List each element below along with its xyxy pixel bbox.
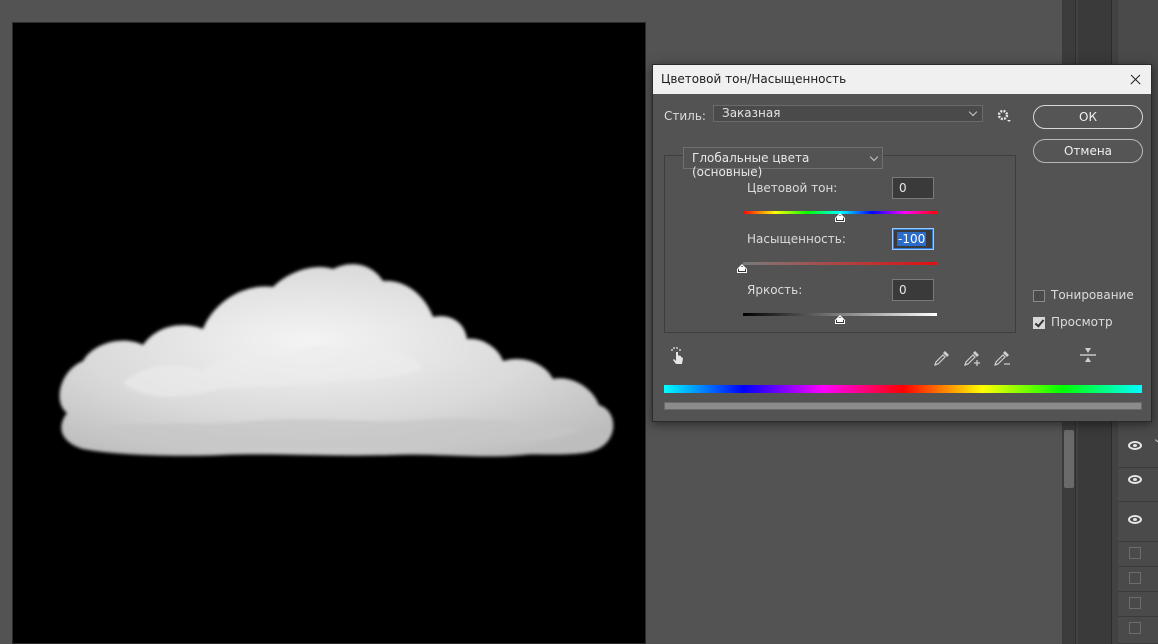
channel-value: Глобальные цвета (основные) — [692, 151, 810, 179]
ok-button[interactable]: ОК — [1033, 105, 1143, 129]
dialog-titlebar[interactable]: Цветовой тон/Насыщенность — [653, 65, 1151, 94]
eyedropper-plus-icon[interactable] — [963, 349, 981, 367]
targeted-adjustment-icon[interactable] — [669, 346, 687, 366]
close-icon[interactable] — [1121, 65, 1149, 94]
layer-row[interactable] — [1118, 617, 1158, 644]
lightness-input[interactable]: 0 — [892, 279, 934, 301]
colorize-checkbox[interactable] — [1033, 290, 1045, 302]
hue-input[interactable]: 0 — [892, 177, 934, 199]
hue-value: 0 — [899, 181, 907, 195]
hue-label: Цветовой тон: — [747, 181, 838, 195]
visibility-checkbox[interactable] — [1129, 597, 1141, 609]
hue-saturation-dialog: Цветовой тон/Насыщенность Стиль: Заказна… — [652, 64, 1152, 422]
layer-row[interactable] — [1118, 567, 1158, 592]
layer-row[interactable] — [1118, 542, 1158, 567]
style-label: Стиль: — [664, 109, 706, 123]
eyedropper-minus-icon[interactable] — [993, 349, 1011, 367]
eye-icon[interactable] — [1128, 441, 1142, 450]
eyedropper-icon[interactable] — [933, 349, 951, 367]
gear-icon[interactable] — [997, 109, 1011, 123]
visibility-checkbox[interactable] — [1129, 622, 1141, 634]
style-select[interactable]: Заказная — [713, 105, 983, 122]
saturation-value: -100 — [897, 232, 927, 246]
preview-checkbox[interactable] — [1033, 317, 1045, 329]
chevron-down-icon — [968, 107, 978, 117]
visibility-checkbox[interactable] — [1129, 572, 1141, 584]
saturation-input[interactable]: -100 — [892, 228, 934, 250]
lightness-value: 0 — [899, 283, 907, 297]
style-value: Заказная — [722, 106, 781, 120]
lightness-label: Яркость: — [747, 283, 803, 297]
cloud-image — [59, 264, 614, 457]
visibility-checkbox[interactable] — [1129, 547, 1141, 559]
document-canvas[interactable] — [12, 22, 646, 644]
dialog-title: Цветовой тон/Насыщенность — [661, 72, 847, 86]
chevron-icon: ⌄ — [1152, 432, 1158, 445]
saturation-slider-track[interactable] — [743, 262, 937, 265]
result-spectrum-bar — [664, 402, 1142, 410]
preview-label: Просмотр — [1051, 315, 1113, 329]
panel-scrollbar[interactable] — [1064, 430, 1074, 488]
color-spectrum-bar — [664, 385, 1142, 393]
channel-select[interactable]: Глобальные цвета (основные) — [683, 147, 883, 179]
colorize-label: Тонирование — [1051, 288, 1134, 302]
eye-icon[interactable] — [1128, 475, 1142, 484]
eye-icon[interactable] — [1128, 515, 1142, 524]
range-icon[interactable] — [1079, 346, 1097, 364]
layer-row[interactable] — [1118, 462, 1158, 502]
saturation-label: Насыщенность: — [747, 232, 846, 246]
cancel-button[interactable]: Отмена — [1033, 139, 1143, 163]
layer-row[interactable] — [1118, 502, 1158, 542]
layer-row[interactable] — [1118, 592, 1158, 617]
